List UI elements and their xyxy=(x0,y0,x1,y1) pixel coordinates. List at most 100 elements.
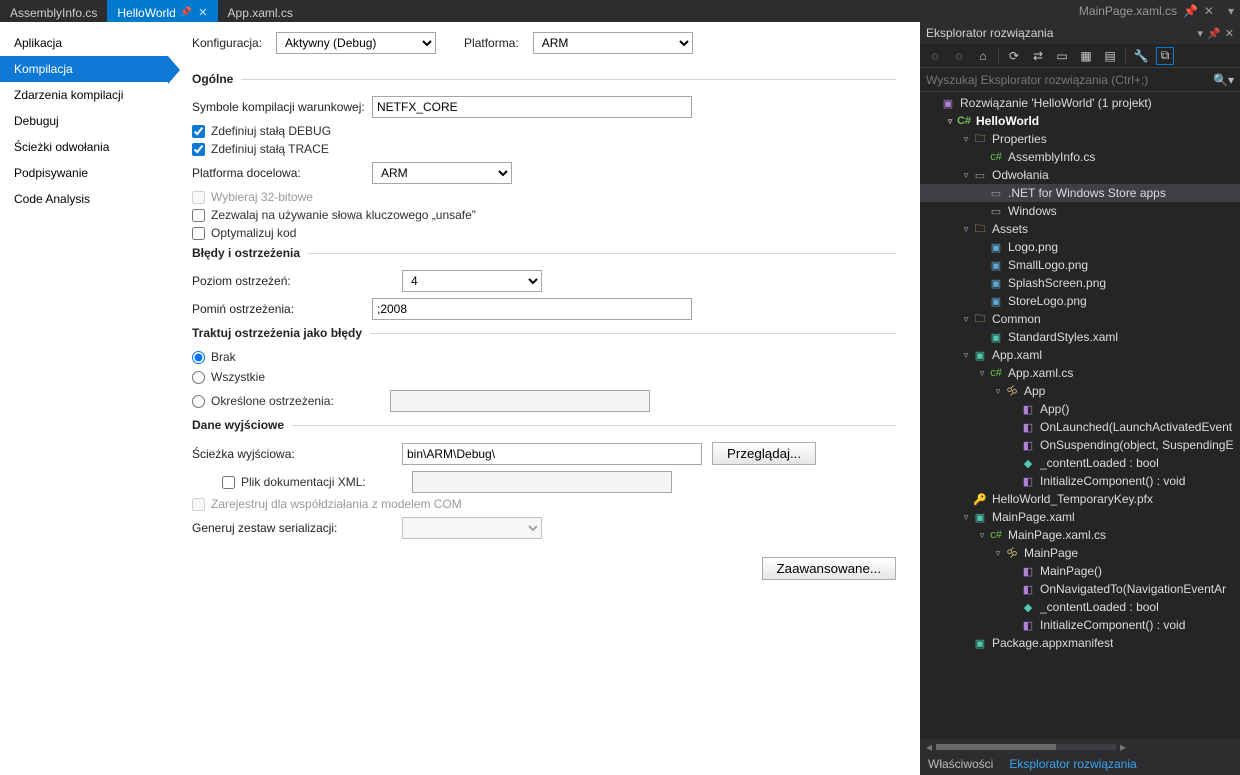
tree-node[interactable]: ◧OnNavigatedTo(NavigationEventAr xyxy=(920,580,1240,598)
tree-node[interactable]: ◆_contentLoaded : bool xyxy=(920,598,1240,616)
node-icon: ▣ xyxy=(988,331,1004,344)
expand-icon[interactable]: ▿ xyxy=(976,368,988,379)
tree-node[interactable]: ▿🗀Common xyxy=(920,310,1240,328)
advanced-button[interactable]: Zaawansowane... xyxy=(762,557,896,580)
back-icon[interactable]: ◌ xyxy=(926,47,944,65)
tab-appxaml[interactable]: App.xaml.cs xyxy=(218,0,303,22)
tab-eksplorator[interactable]: Eksplorator rozwiązania xyxy=(1001,755,1144,775)
collapse-icon[interactable]: ▭ xyxy=(1053,47,1071,65)
preview-icon[interactable]: ⧉ xyxy=(1156,47,1174,65)
sidebar-item-sciezki[interactable]: Ścieżki odwołania xyxy=(0,134,168,160)
warn-level-select[interactable]: 4 xyxy=(402,270,542,292)
browse-button[interactable]: Przeglądaj... xyxy=(712,442,816,465)
radio-wszystkie[interactable] xyxy=(192,371,205,384)
expand-icon[interactable]: ▿ xyxy=(992,548,1004,559)
radio-okreslone[interactable] xyxy=(192,395,205,408)
tab-wlasciwosci[interactable]: Właściwości xyxy=(920,755,1001,775)
tab-label: Właściwości xyxy=(928,757,993,771)
tree-node[interactable]: ▣Rozwiązanie 'HelloWorld' (1 projekt) xyxy=(920,94,1240,112)
tree-node[interactable]: ▿▣App.xaml xyxy=(920,346,1240,364)
chk-optimize[interactable] xyxy=(192,227,205,240)
tree-node[interactable]: ◧OnLaunched(LaunchActivatedEvent xyxy=(920,418,1240,436)
skip-warn-input[interactable] xyxy=(372,298,692,320)
tab-helloworld[interactable]: HelloWorld 📌 ✕ xyxy=(107,0,217,22)
tree-node[interactable]: ▣Logo.png xyxy=(920,238,1240,256)
tree-node[interactable]: ▿🗀Assets xyxy=(920,220,1240,238)
sidebar-item-code-analysis[interactable]: Code Analysis xyxy=(0,186,168,212)
tree-node[interactable]: ◧App() xyxy=(920,400,1240,418)
tab-mainpage-far[interactable]: MainPage.xaml.cs 📌 ✕ ▾ xyxy=(1079,0,1240,22)
sidebar-item-kompilacja[interactable]: Kompilacja xyxy=(0,56,168,82)
tree-node[interactable]: c#AssemblyInfo.cs xyxy=(920,148,1240,166)
pin-icon[interactable]: 📌 xyxy=(1183,4,1198,18)
chk-xml-doc[interactable] xyxy=(222,476,235,489)
search-icon[interactable]: 🔍▾ xyxy=(1213,73,1234,87)
refresh-icon[interactable]: ⟳ xyxy=(1005,47,1023,65)
tree-node[interactable]: ▭Windows xyxy=(920,202,1240,220)
target-platform-select[interactable]: ARM xyxy=(372,162,512,184)
close-icon[interactable]: ✕ xyxy=(1225,27,1234,40)
node-label: App.xaml xyxy=(992,348,1042,362)
node-icon: c# xyxy=(988,529,1004,541)
tree-node[interactable]: ◧InitializeComponent() : void xyxy=(920,616,1240,634)
tree-node[interactable]: ▭.NET for Windows Store apps xyxy=(920,184,1240,202)
sidebar-item-aplikacja[interactable]: Aplikacja xyxy=(0,30,168,56)
tree-node[interactable]: ◧MainPage() xyxy=(920,562,1240,580)
tree-node[interactable]: ◆_contentLoaded : bool xyxy=(920,454,1240,472)
tree-node[interactable]: ▿c#MainPage.xaml.cs xyxy=(920,526,1240,544)
tree-node[interactable]: ▿▭Odwołania xyxy=(920,166,1240,184)
search-input[interactable] xyxy=(926,73,1209,87)
expand-icon[interactable]: ▿ xyxy=(960,512,972,523)
chk-debug[interactable] xyxy=(192,125,205,138)
tab-assemblyinfo[interactable]: AssemblyInfo.cs xyxy=(0,0,107,22)
expand-icon[interactable]: ▿ xyxy=(960,224,972,235)
close-icon[interactable]: ✕ xyxy=(198,6,207,19)
tree-node[interactable]: ▿🗀Properties xyxy=(920,130,1240,148)
tree-node[interactable]: ▣StoreLogo.png xyxy=(920,292,1240,310)
show-all-icon[interactable]: ▦ xyxy=(1077,47,1095,65)
tree-node[interactable]: ▣StandardStyles.xaml xyxy=(920,328,1240,346)
chk-trace[interactable] xyxy=(192,143,205,156)
tree-node[interactable]: ▣SmallLogo.png xyxy=(920,256,1240,274)
tree-node[interactable]: ▣Package.appxmanifest xyxy=(920,634,1240,652)
scrollbar-track[interactable] xyxy=(936,744,1116,750)
chk-unsafe[interactable] xyxy=(192,209,205,222)
tree-node[interactable]: ◧InitializeComponent() : void xyxy=(920,472,1240,490)
pin-icon[interactable]: 📌 xyxy=(1207,27,1221,40)
tree-node[interactable]: ◧OnSuspending(object, SuspendingE xyxy=(920,436,1240,454)
expand-icon[interactable]: ▿ xyxy=(976,530,988,541)
expand-icon[interactable]: ▿ xyxy=(992,386,1004,397)
platform-select[interactable]: ARM xyxy=(533,32,693,54)
home-icon[interactable]: ⌂ xyxy=(974,47,992,65)
expand-icon[interactable]: ▿ xyxy=(944,116,956,127)
tree-node[interactable]: ▿🝰App xyxy=(920,382,1240,400)
close-icon[interactable]: ✕ xyxy=(1204,4,1214,18)
cond-symbols-input[interactable] xyxy=(372,96,692,118)
tree-node[interactable]: ▿▣MainPage.xaml xyxy=(920,508,1240,526)
pin-icon[interactable]: 📌 xyxy=(180,7,192,18)
expand-icon[interactable]: ▿ xyxy=(960,314,972,325)
sidebar-item-debuguj[interactable]: Debuguj xyxy=(0,108,168,134)
fwd-icon[interactable]: ◌ xyxy=(950,47,968,65)
horiz-scrollbar[interactable]: ◂▸ xyxy=(920,739,1240,755)
sync-icon[interactable]: ⇄ xyxy=(1029,47,1047,65)
expand-icon[interactable]: ▿ xyxy=(960,134,972,145)
sidebar-item-podpisywanie[interactable]: Podpisywanie xyxy=(0,160,168,186)
tree-node[interactable]: 🔑HelloWorld_TemporaryKey.pfx xyxy=(920,490,1240,508)
expand-icon[interactable]: ▿ xyxy=(960,170,972,181)
radio-brak[interactable] xyxy=(192,351,205,364)
scrollbar-thumb[interactable] xyxy=(936,744,1056,750)
expand-icon[interactable]: ▿ xyxy=(960,350,972,361)
outpath-input[interactable] xyxy=(402,443,702,465)
dropdown-icon[interactable]: ▾ xyxy=(1198,27,1204,40)
wrench-icon[interactable]: 🔧 xyxy=(1132,47,1150,65)
sidebar-item-zdarzenia[interactable]: Zdarzenia kompilacji xyxy=(0,82,168,108)
node-label: SmallLogo.png xyxy=(1008,258,1088,272)
config-select[interactable]: Aktywny (Debug) xyxy=(276,32,436,54)
tree-node[interactable]: ▿c#App.xaml.cs xyxy=(920,364,1240,382)
properties-icon[interactable]: ▤ xyxy=(1101,47,1119,65)
tree-node[interactable]: ▣SplashScreen.png xyxy=(920,274,1240,292)
overflow-icon[interactable]: ▾ xyxy=(1228,4,1234,18)
tree-node[interactable]: ▿C#HelloWorld xyxy=(920,112,1240,130)
tree-node[interactable]: ▿🝰MainPage xyxy=(920,544,1240,562)
